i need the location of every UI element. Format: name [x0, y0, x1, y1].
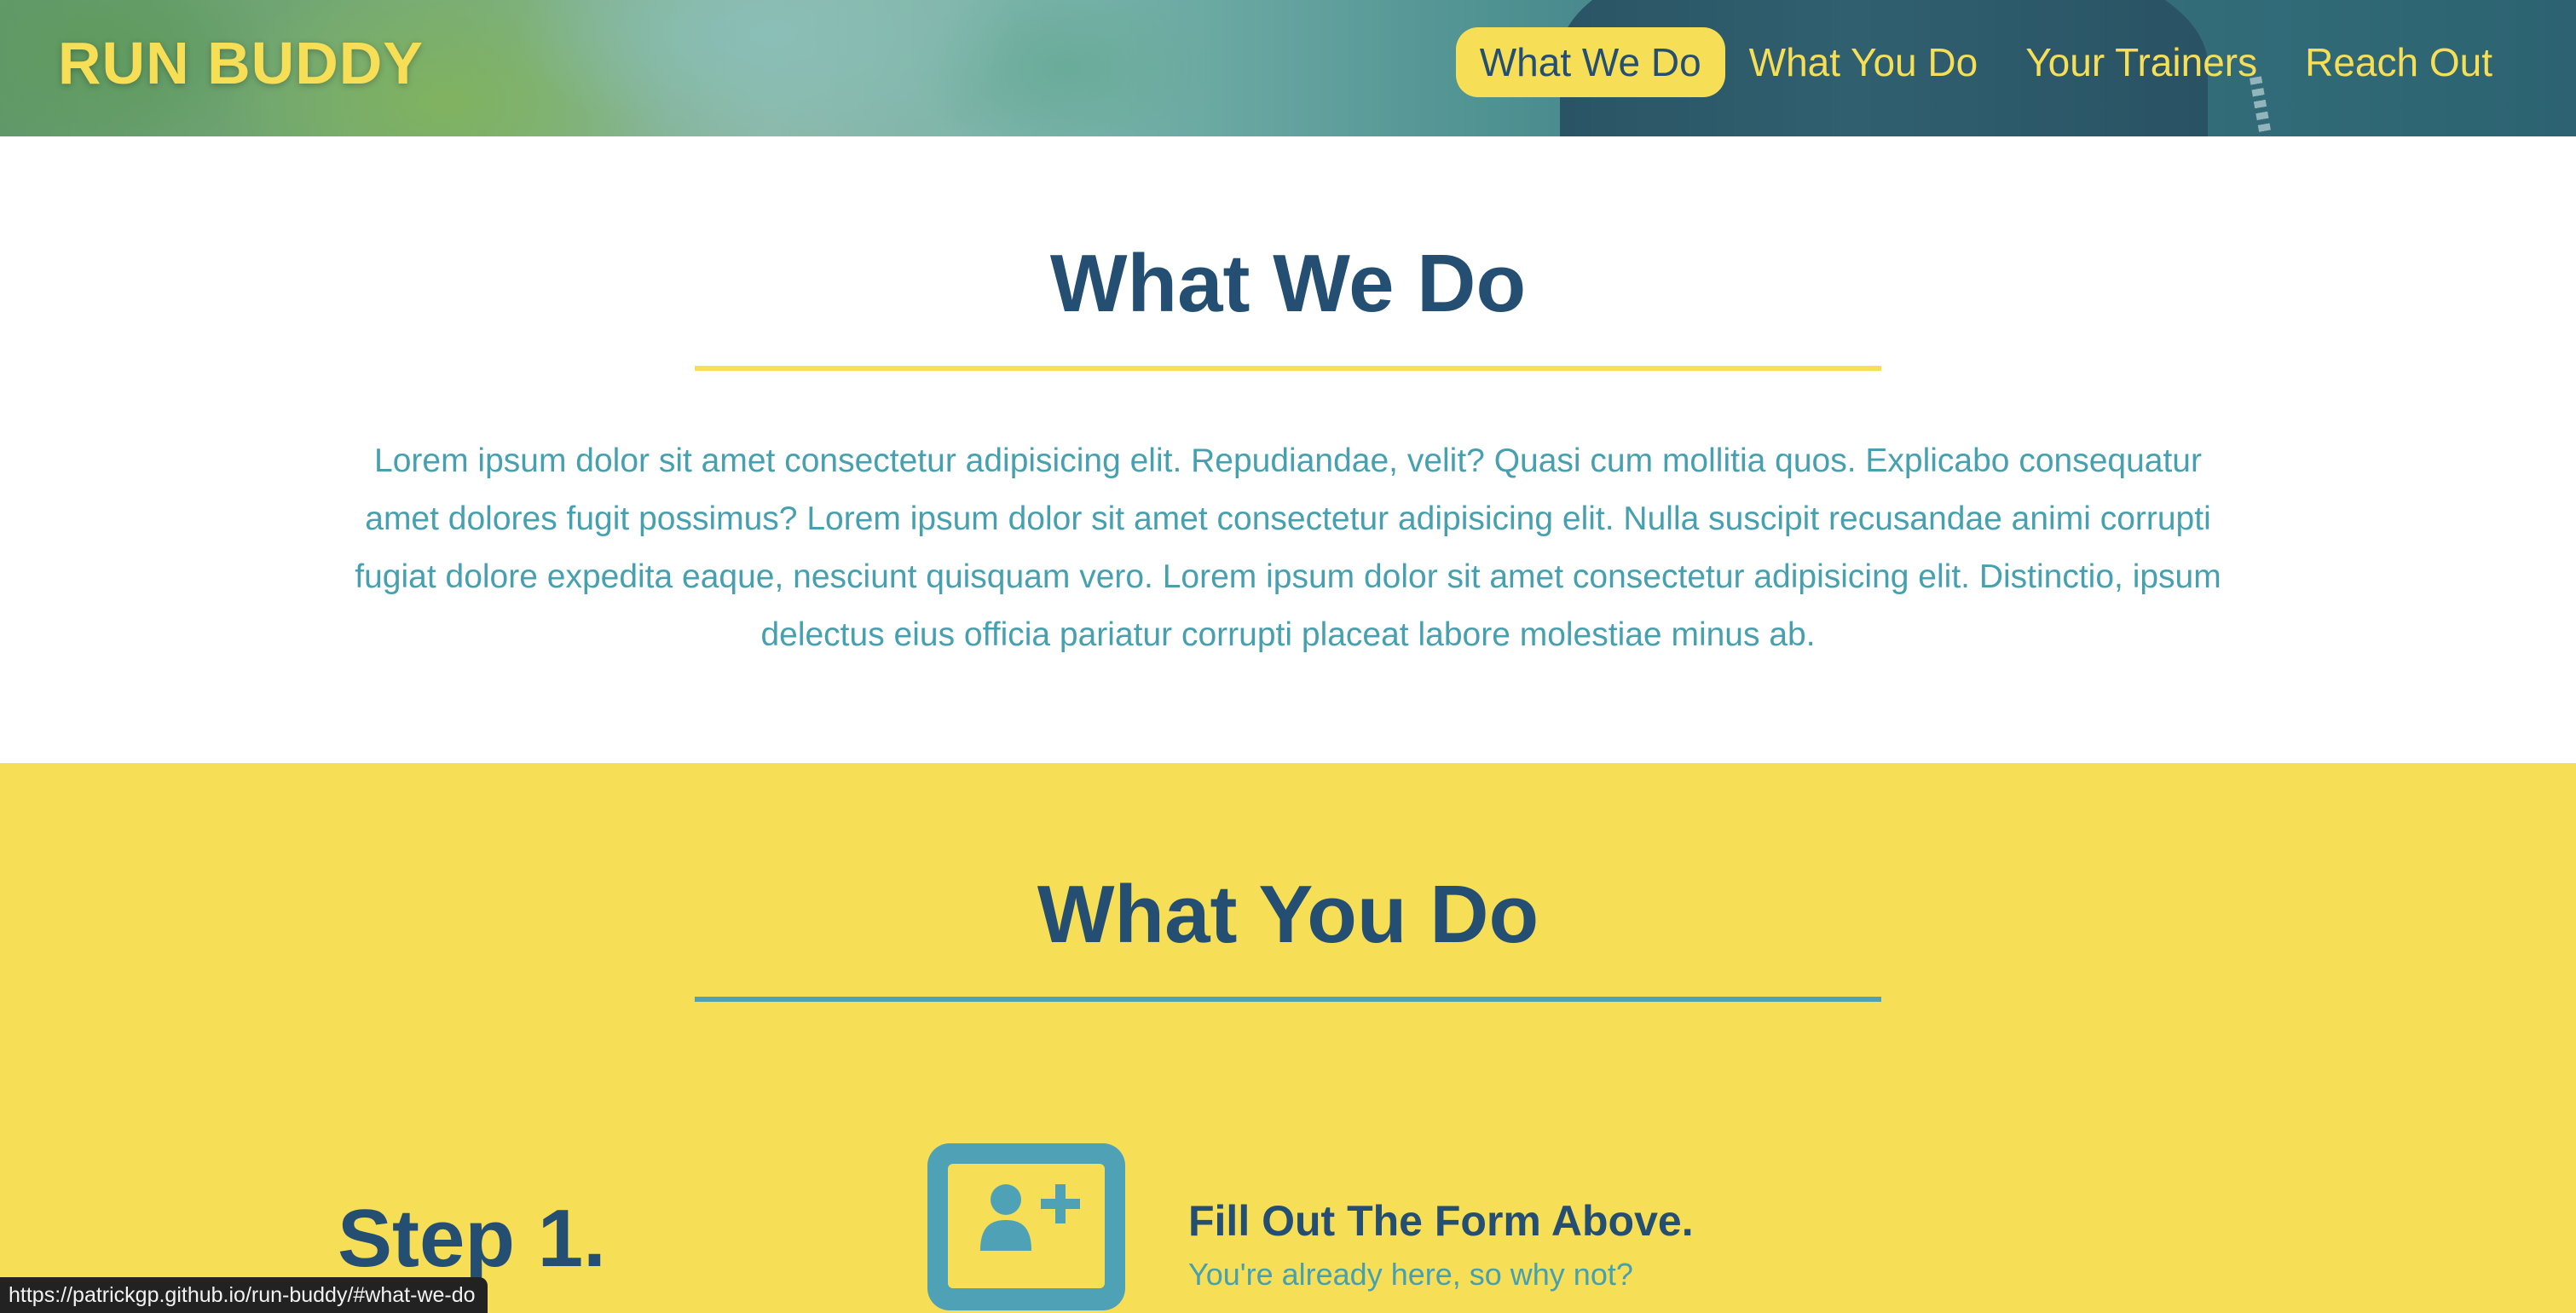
what-we-do-divider — [695, 366, 1881, 371]
brand-logo[interactable]: RUN BUDDY — [58, 29, 424, 97]
site-header: RUN BUDDY What We Do What You Do Your Tr… — [0, 0, 2576, 136]
step-heading: Fill Out The Form Above. — [1188, 1197, 1694, 1245]
main-nav: What We Do What You Do Your Trainers Rea… — [1455, 27, 2516, 97]
step-subtext: You're already here, so why not? — [1188, 1257, 1633, 1292]
nav-link-reach-out[interactable]: Reach Out — [2281, 27, 2516, 97]
add-user-screen-icon — [905, 1138, 1156, 1313]
what-we-do-body: Lorem ipsum dolor sit amet consectetur a… — [355, 442, 2221, 653]
what-you-do-divider — [695, 997, 1881, 1002]
nav-link-what-you-do[interactable]: What You Do — [1725, 27, 2002, 97]
what-you-do-title: What You Do — [1037, 869, 1539, 960]
what-we-do-section: What We Do Lorem ipsum dolor sit amet co… — [0, 136, 2576, 763]
what-we-do-title: What We Do — [1049, 238, 1527, 329]
what-you-do-section: What You Do Step 1. Fill Out The Form Ab… — [0, 763, 2576, 1313]
status-bar-url: https://patrickgp.github.io/run-buddy/#w… — [0, 1277, 488, 1313]
nav-link-your-trainers[interactable]: Your Trainers — [2001, 27, 2281, 97]
step-label: Step 1. — [338, 1193, 606, 1284]
nav-link-what-we-do[interactable]: What We Do — [1455, 27, 1725, 97]
